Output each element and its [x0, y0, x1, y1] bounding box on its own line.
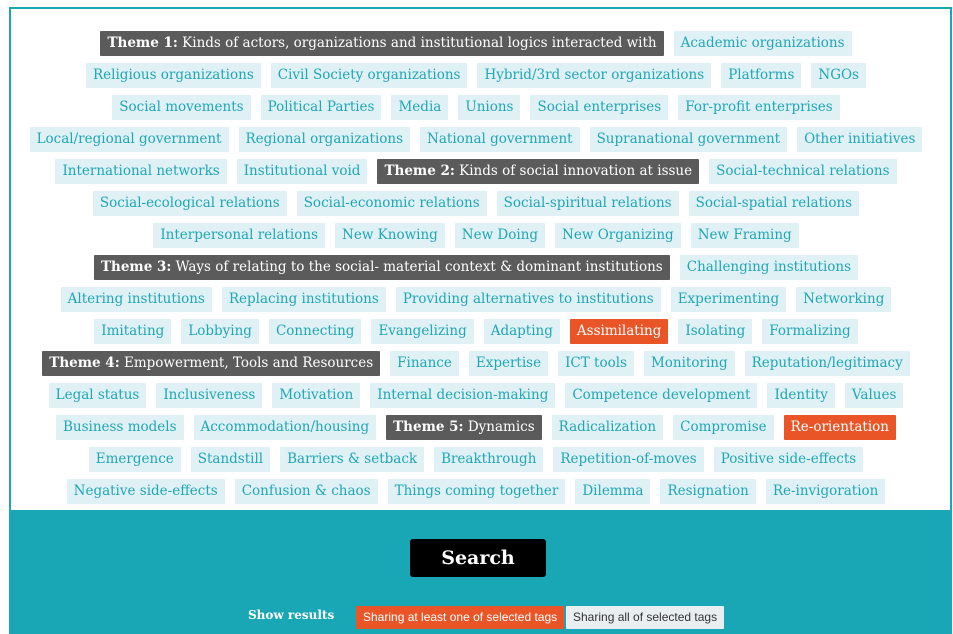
theme-label: Ways of relating to the social- material…: [175, 259, 663, 275]
tag[interactable]: Standstill: [190, 447, 271, 472]
tag[interactable]: Civil Society organizations: [270, 63, 468, 88]
theme-label: Empowerment, Tools and Resources: [123, 355, 374, 371]
tag[interactable]: Experimenting: [670, 287, 787, 312]
tag[interactable]: Lobbying: [181, 319, 259, 344]
tag[interactable]: Religious organizations: [86, 63, 261, 88]
theme-label: Dynamics: [467, 419, 535, 435]
tag[interactable]: New Doing: [454, 223, 546, 248]
tag[interactable]: Political Parties: [260, 95, 382, 120]
tag[interactable]: Internal decision-making: [370, 383, 556, 408]
tag[interactable]: New Framing: [690, 223, 799, 248]
tag[interactable]: Emergence: [88, 447, 181, 472]
sharing-any-option[interactable]: Sharing at least one of selected tags: [356, 606, 565, 629]
tag-cloud: Theme 1: Kinds of actors, organizations …: [17, 31, 935, 536]
tag[interactable]: Things coming together: [387, 479, 566, 504]
tag[interactable]: Compromise: [673, 415, 774, 440]
tag[interactable]: Positive side-effects: [713, 447, 864, 472]
tag[interactable]: Reputation/legitimacy: [744, 351, 910, 376]
tag-selected[interactable]: Re-orientation: [783, 415, 896, 440]
tag[interactable]: Isolating: [678, 319, 753, 344]
tag[interactable]: Monitoring: [643, 351, 735, 376]
tag[interactable]: Negative side-effects: [66, 479, 225, 504]
theme-header: Theme 2: Kinds of social innovation at i…: [377, 159, 700, 184]
theme-header: Theme 3: Ways of relating to the social-…: [93, 255, 670, 280]
tag[interactable]: For-profit enterprises: [678, 95, 840, 120]
tag[interactable]: Social enterprises: [530, 95, 669, 120]
tag[interactable]: Values: [844, 383, 904, 408]
theme-prefix: Theme 3:: [100, 259, 172, 275]
tag[interactable]: Re-invigoration: [765, 479, 886, 504]
tag[interactable]: Motivation: [272, 383, 361, 408]
tag[interactable]: Inclusiveness: [156, 383, 263, 408]
tag[interactable]: Other initiatives: [797, 127, 923, 152]
tag[interactable]: Altering institutions: [60, 287, 212, 312]
tag[interactable]: Networking: [796, 287, 892, 312]
tag[interactable]: Supranational government: [589, 127, 788, 152]
tag[interactable]: Social-spatial relations: [688, 191, 860, 216]
tag[interactable]: Social-ecological relations: [92, 191, 287, 216]
tag[interactable]: Dilemma: [575, 479, 651, 504]
tag[interactable]: Evangelizing: [371, 319, 474, 344]
theme-prefix: Theme 4:: [49, 355, 120, 371]
tag[interactable]: Barriers & setback: [280, 447, 425, 472]
tag[interactable]: Challenging institutions: [679, 255, 859, 280]
tag[interactable]: Repetition-of-moves: [553, 447, 704, 472]
search-bar-panel: Search Show results Sharing at least one…: [11, 510, 950, 634]
theme-header: Theme 1: Kinds of actors, organizations …: [100, 31, 664, 56]
tag[interactable]: Imitating: [94, 319, 172, 344]
show-results-label: Show results: [248, 608, 335, 622]
tag[interactable]: Replacing institutions: [221, 287, 386, 312]
tag[interactable]: International networks: [55, 159, 227, 184]
sharing-all-option[interactable]: Sharing all of selected tags: [566, 606, 725, 629]
tag[interactable]: Platforms: [721, 63, 802, 88]
tag[interactable]: Formalizing: [762, 319, 858, 344]
tag[interactable]: Resignation: [660, 479, 756, 504]
tag[interactable]: Social movements: [112, 95, 251, 120]
search-button[interactable]: Search: [410, 539, 546, 577]
theme-label: Kinds of actors, organizations and insti…: [182, 35, 657, 51]
tag[interactable]: Local/regional government: [29, 127, 229, 152]
tag[interactable]: Social-economic relations: [296, 191, 487, 216]
tag[interactable]: Connecting: [268, 319, 362, 344]
theme-label: Kinds of social innovation at issue: [459, 163, 693, 179]
tag[interactable]: Breakthrough: [434, 447, 544, 472]
tag[interactable]: Adapting: [483, 319, 560, 344]
tag[interactable]: Radicalization: [551, 415, 664, 440]
tag[interactable]: Regional organizations: [238, 127, 411, 152]
tag[interactable]: Competence development: [565, 383, 758, 408]
tag[interactable]: Unions: [458, 95, 521, 120]
tag[interactable]: National government: [420, 127, 580, 152]
tag[interactable]: Finance: [390, 351, 459, 376]
tag[interactable]: New Knowing: [335, 223, 445, 248]
tag[interactable]: Legal status: [48, 383, 147, 408]
tag[interactable]: Providing alternatives to institutions: [395, 287, 661, 312]
tag[interactable]: Confusion & chaos: [234, 479, 378, 504]
tag[interactable]: Social-spiritual relations: [496, 191, 679, 216]
tag[interactable]: Hybrid/3rd sector organizations: [477, 63, 712, 88]
tag[interactable]: Media: [391, 95, 449, 120]
theme-prefix: Theme 2:: [384, 163, 455, 179]
tag[interactable]: Expertise: [468, 351, 549, 376]
tag[interactable]: Social-technical relations: [709, 159, 897, 184]
tag[interactable]: Academic organizations: [673, 31, 852, 56]
tag[interactable]: Accommodation/housing: [193, 415, 377, 440]
tag[interactable]: Institutional void: [236, 159, 368, 184]
theme-header: Theme 5: Dynamics: [386, 415, 542, 440]
tag-selected[interactable]: Assimilating: [569, 319, 669, 344]
theme-prefix: Theme 1:: [107, 35, 178, 51]
tag[interactable]: ICT tools: [558, 351, 634, 376]
theme-header: Theme 4: Empowerment, Tools and Resource…: [42, 351, 381, 376]
tag[interactable]: Business models: [56, 415, 184, 440]
tag[interactable]: Identity: [767, 383, 835, 408]
tag[interactable]: New Organizing: [555, 223, 681, 248]
tag[interactable]: Interpersonal relations: [153, 223, 326, 248]
tag[interactable]: NGOs: [811, 63, 866, 88]
theme-prefix: Theme 5:: [393, 419, 464, 435]
